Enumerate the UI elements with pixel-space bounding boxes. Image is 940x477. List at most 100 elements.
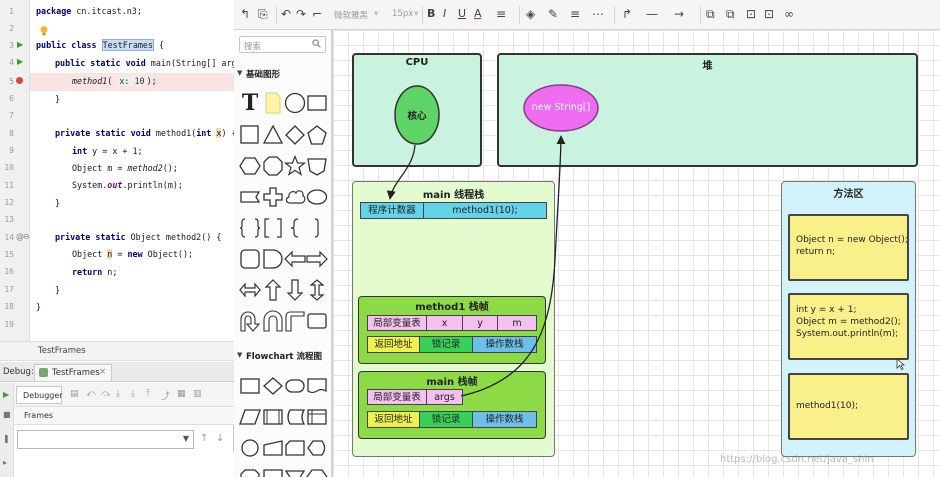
debug-session-tab[interactable]: TestFrames × [34,364,112,381]
u-turn-arrow-shape[interactable] [239,310,261,332]
bold-button[interactable]: B [427,7,435,21]
square-shape[interactable] [239,124,261,146]
manual-input-shape[interactable] [262,437,284,459]
font-size-select[interactable]: 15px [392,9,413,19]
step-into-icon[interactable]: ⤓ [116,389,120,399]
close-icon[interactable]: × [99,367,106,377]
shape-search-input[interactable]: 搜索 [239,36,326,53]
bring-front-icon[interactable]: ⧉ [706,7,715,21]
arch-shape[interactable] [262,310,284,332]
stored-data-shape[interactable] [284,406,306,428]
code-editor[interactable]: 1 2 3 4 5 6 7 8 9 10 11 12 13 14 15 16 1… [0,0,257,341]
fill-color-icon[interactable]: ◈ [526,7,535,21]
up-arrow-shape[interactable] [262,279,284,301]
left-arrow-shape[interactable] [284,248,306,270]
stop-icon[interactable]: ■ [3,411,11,419]
align-icon[interactable]: ≡ [496,7,506,21]
banner-shape[interactable] [239,186,261,208]
merge-shape[interactable] [284,466,306,477]
delay-shape[interactable] [262,248,284,270]
fold-icon[interactable]: ⊖ [23,232,30,241]
star-shape[interactable] [284,155,306,177]
right-arrow-shape[interactable] [306,248,328,270]
internal-storage-shape[interactable] [306,406,328,428]
sequential-data-shape[interactable] [239,437,261,459]
cloud-shape[interactable] [284,186,306,208]
force-step-into-icon[interactable]: ⤓ [131,389,135,399]
lightbulb-icon[interactable] [40,26,48,36]
tab-debugger[interactable]: Debugger [16,386,63,404]
line-dash-icon[interactable]: ⋯ [592,7,604,21]
search-icon[interactable] [312,39,321,48]
send-back-icon[interactable]: ⧉ [726,7,735,21]
terminator-shape[interactable] [284,375,306,397]
predefined-process-shape[interactable] [262,406,284,428]
evaluate-expression-icon[interactable]: ▦ [177,389,186,399]
lock-icon[interactable]: ⊡ [746,7,756,21]
cross-shape[interactable] [262,186,284,208]
resume-icon[interactable]: ▶ [3,391,11,399]
double-arrow-shape[interactable] [239,279,261,301]
undo-icon[interactable]: ↶ [281,7,291,21]
circle-shape[interactable] [284,92,306,114]
italic-button[interactable]: I [443,7,446,21]
triangle-shape[interactable] [262,124,284,146]
run-class-icon[interactable]: ▶ [17,40,23,49]
display-shape[interactable] [306,437,328,459]
ellipse-shape[interactable] [306,186,328,208]
diamond-shape[interactable] [284,124,306,146]
preparation-shape[interactable] [306,466,328,477]
arrow-down-icon[interactable]: ↓ [216,433,224,444]
brackets-shape[interactable] [262,217,284,239]
undo-back-icon[interactable]: ↰ [240,7,250,21]
font-family-select[interactable]: 微软雅黑 [334,9,368,21]
font-color-button[interactable]: A [474,7,482,21]
down-arrow-shape[interactable] [284,279,306,301]
decision-shape[interactable] [262,375,284,397]
card-shape[interactable] [284,437,306,459]
paint-brush-icon[interactable]: ⌐ [312,7,322,21]
arrow-style-icon[interactable]: → [674,7,684,21]
note-shape[interactable] [262,92,284,114]
text-shape[interactable]: T [239,92,261,114]
section-flowchart[interactable]: ▼ Flowchart 流程图 [234,348,332,364]
line-color-icon[interactable]: ✎ [548,7,558,21]
step-out-icon[interactable]: ⤒ [146,389,150,399]
hexagon-shape[interactable] [239,155,261,177]
run-main-icon[interactable]: ▶ [17,57,23,66]
redo-icon[interactable]: ↷ [296,7,306,21]
rounded-square-shape[interactable] [239,248,261,270]
view-breakpoints-icon[interactable]: ▸ [3,459,11,467]
core-to-pc-arrow[interactable] [386,144,416,200]
breakpoint-icon[interactable] [16,77,23,84]
arrow-up-icon[interactable]: ↑ [200,433,208,444]
braces-shape[interactable] [239,217,261,239]
process-shape[interactable] [239,375,261,397]
underline-button[interactable]: U [458,7,466,21]
step-over-icon[interactable]: ⤼ [101,389,111,399]
shield-shape[interactable] [306,155,328,177]
corner-shape[interactable] [284,310,306,332]
pentagon-shape[interactable] [306,124,328,146]
format-painter-icon[interactable]: ⎘ [258,7,268,21]
unlock-icon[interactable]: ⊡ [764,7,774,21]
section-basic-shapes[interactable]: ▼ 基础图形 [234,66,332,82]
line-width-icon[interactable]: ≡ [570,7,580,21]
pause-icon[interactable]: ❚ [3,435,11,443]
vertical-double-arrow-shape[interactable] [306,279,328,301]
layout-icon[interactable]: ▥ [193,389,202,399]
line-style-icon[interactable]: — [646,7,658,21]
data-shape[interactable] [239,406,261,428]
breadcrumb-class[interactable]: TestFrames [38,346,86,356]
thread-select[interactable]: ▼ [17,430,194,449]
small-rectangle-shape[interactable] [306,310,328,332]
frames-list[interactable] [14,452,234,477]
run-to-cursor-icon[interactable]: ⤴ [161,389,170,402]
document-shape[interactable] [306,375,328,397]
loop-limit-shape[interactable] [239,466,261,477]
diagram-canvas[interactable]: CPU 堆 main 线程栈 程序计数器 method1(10); method… [332,30,940,477]
connector-style-icon[interactable]: ↱ [622,7,632,21]
rectangle-shape[interactable] [306,92,328,114]
right-bracket-shape[interactable] [306,217,328,239]
offpage-shape[interactable] [262,466,284,477]
